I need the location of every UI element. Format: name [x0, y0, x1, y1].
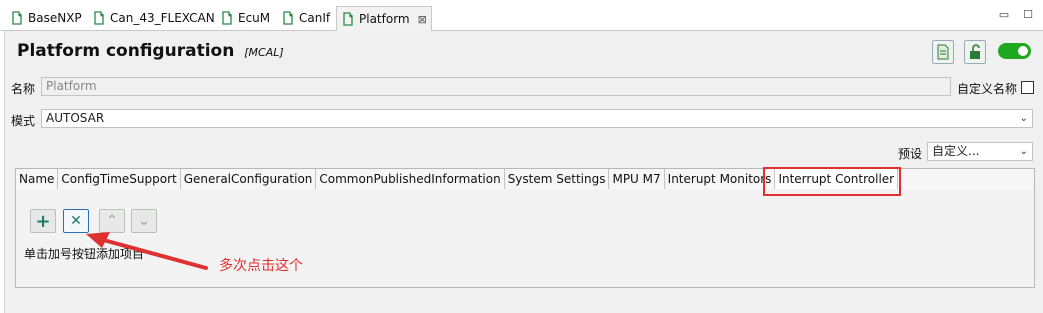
arrow-annotation	[86, 232, 208, 270]
annotation-text: 多次点击这个	[219, 258, 303, 274]
